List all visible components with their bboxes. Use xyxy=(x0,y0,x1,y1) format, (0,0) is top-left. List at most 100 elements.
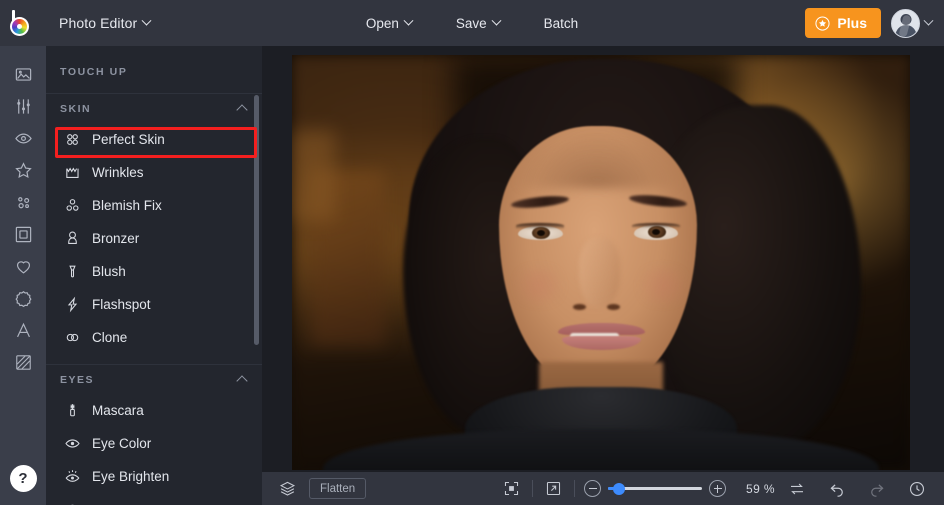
photo-image[interactable] xyxy=(292,55,910,470)
frame-icon xyxy=(15,226,31,242)
chevron-up-icon xyxy=(236,375,248,387)
chevron-down-icon xyxy=(141,15,152,26)
user-account-menu[interactable] xyxy=(891,8,934,38)
history-button[interactable] xyxy=(904,476,930,502)
blemish-fix-icon xyxy=(64,197,81,214)
sidebar-item-label: Wrinkles xyxy=(92,165,144,180)
sidebar-item-partial[interactable] xyxy=(46,493,262,505)
bottom-toolbar: Flatten 59 % xyxy=(262,472,944,505)
texture-icon xyxy=(15,354,31,370)
sidebar-item-wrinkles[interactable]: Wrinkles xyxy=(46,156,262,189)
bepic-color-wheel-logo-icon xyxy=(10,10,36,36)
plus-upgrade-button[interactable]: Plus xyxy=(805,8,881,38)
bronzer-icon xyxy=(64,230,81,247)
sidebar-item-label: Clone xyxy=(92,330,128,345)
chevron-down-icon xyxy=(403,15,414,26)
sidebar-item-label: Mascara xyxy=(92,403,144,418)
save-menu-label: Save xyxy=(455,15,487,31)
compare-toggle-icon xyxy=(791,483,803,494)
clone-icon xyxy=(64,329,81,346)
zoom-controls: 59 % xyxy=(584,480,784,497)
layers-icon xyxy=(279,481,296,496)
chevron-down-icon xyxy=(923,15,934,26)
flatten-button[interactable]: Flatten xyxy=(309,478,367,499)
zoom-in-button[interactable] xyxy=(709,480,726,497)
sidebar-item-blemish-fix[interactable]: Blemish Fix xyxy=(46,189,262,222)
rail-item-adjust[interactable] xyxy=(0,90,46,122)
undo-icon xyxy=(830,483,843,497)
rail-item-effects[interactable] xyxy=(0,154,46,186)
eye-brighten-icon xyxy=(64,468,81,485)
open-menu-button[interactable]: Open xyxy=(358,11,420,36)
star-icon xyxy=(14,161,32,178)
avatar xyxy=(891,8,920,38)
rail-item-frames[interactable] xyxy=(0,218,46,250)
top-bar: Photo Editor Open Save Batch Plus xyxy=(0,0,944,46)
sidebar-item-blush[interactable]: Blush xyxy=(46,255,262,288)
sidebar-item-eye-brighten[interactable]: Eye Brighten xyxy=(46,460,262,493)
chevron-up-icon xyxy=(236,104,248,116)
save-menu-button[interactable]: Save xyxy=(448,11,508,36)
sidebar-group-skin-header[interactable]: SKIN xyxy=(46,93,262,123)
redo-icon xyxy=(871,483,884,497)
group-eyes-label: EYES xyxy=(60,373,95,386)
panel-title: TOUCH UP xyxy=(60,66,128,78)
rail-item-photo[interactable] xyxy=(0,58,46,90)
flashspot-icon xyxy=(64,296,81,313)
rail-item-stickers[interactable] xyxy=(0,282,46,314)
flatten-label: Flatten xyxy=(320,482,356,495)
layers-button[interactable] xyxy=(276,476,299,502)
wrinkles-icon xyxy=(64,164,81,181)
undo-button[interactable] xyxy=(824,476,850,502)
bottom-right-group xyxy=(784,476,930,502)
redo-button[interactable] xyxy=(864,476,890,502)
sidebar-scroll-area: SKIN Perfect Skin Wrinkles Blemish Fix B… xyxy=(46,93,262,505)
app-title-menu[interactable]: Photo Editor xyxy=(50,10,159,36)
rail-item-graphics[interactable] xyxy=(0,250,46,282)
batch-label: Batch xyxy=(543,15,579,31)
sidebar-item-label: Flashspot xyxy=(92,297,151,312)
sidebar-scrollbar[interactable] xyxy=(254,95,259,345)
zoom-slider-knob[interactable] xyxy=(613,482,626,495)
rail-item-overlays[interactable] xyxy=(0,186,46,218)
compare-toggle-button[interactable] xyxy=(784,476,810,502)
toolbar-divider xyxy=(574,480,575,497)
history-clock-icon xyxy=(909,481,925,496)
zoom-out-button[interactable] xyxy=(584,480,601,497)
sidebar-group-eyes-header[interactable]: EYES xyxy=(46,364,262,394)
heart-icon xyxy=(16,260,30,274)
perfect-skin-icon xyxy=(64,131,81,148)
group-skin-label: SKIN xyxy=(60,102,92,115)
left-tool-rail: ? xyxy=(0,46,46,505)
fullscreen-button[interactable] xyxy=(542,476,565,502)
sidebar-item-label: Eye Brighten xyxy=(92,469,170,484)
sidebar-item-bronzer[interactable]: Bronzer xyxy=(46,222,262,255)
fit-to-screen-button[interactable] xyxy=(500,476,523,502)
zoom-slider[interactable] xyxy=(608,482,702,496)
sidebar-item-flashspot[interactable]: Flashspot xyxy=(46,288,262,321)
top-right-group: Plus xyxy=(805,0,934,46)
rail-item-touchup[interactable] xyxy=(0,122,46,154)
sidebar-item-mascara[interactable]: Mascara xyxy=(46,394,262,427)
text-icon xyxy=(16,322,30,337)
expand-arrow-icon xyxy=(547,481,561,496)
sidebar-item-label: Bronzer xyxy=(92,231,140,246)
touchup-sidebar: TOUCH UP SKIN Perfect Skin Wrinkles Blem… xyxy=(46,46,262,505)
sidebar-item-eye-color[interactable]: Eye Color xyxy=(46,427,262,460)
photo-icon xyxy=(15,67,31,81)
app-logo[interactable] xyxy=(0,0,46,46)
editor-canvas[interactable] xyxy=(262,46,944,472)
sidebar-item-perfect-skin[interactable]: Perfect Skin xyxy=(46,123,262,156)
batch-button[interactable]: Batch xyxy=(536,11,587,36)
rail-item-texture[interactable] xyxy=(0,346,46,378)
adjust-sliders-icon xyxy=(16,98,30,114)
chevron-down-icon xyxy=(491,15,502,26)
sidebar-item-label: Blemish Fix xyxy=(92,198,162,213)
particles-icon xyxy=(17,196,29,208)
rail-item-text[interactable] xyxy=(0,314,46,346)
help-button[interactable]: ? xyxy=(9,465,37,492)
help-label: ? xyxy=(18,470,28,487)
sidebar-item-clone[interactable]: Clone xyxy=(46,321,262,354)
fit-to-screen-icon xyxy=(505,481,519,496)
star-badge-icon xyxy=(815,15,830,31)
